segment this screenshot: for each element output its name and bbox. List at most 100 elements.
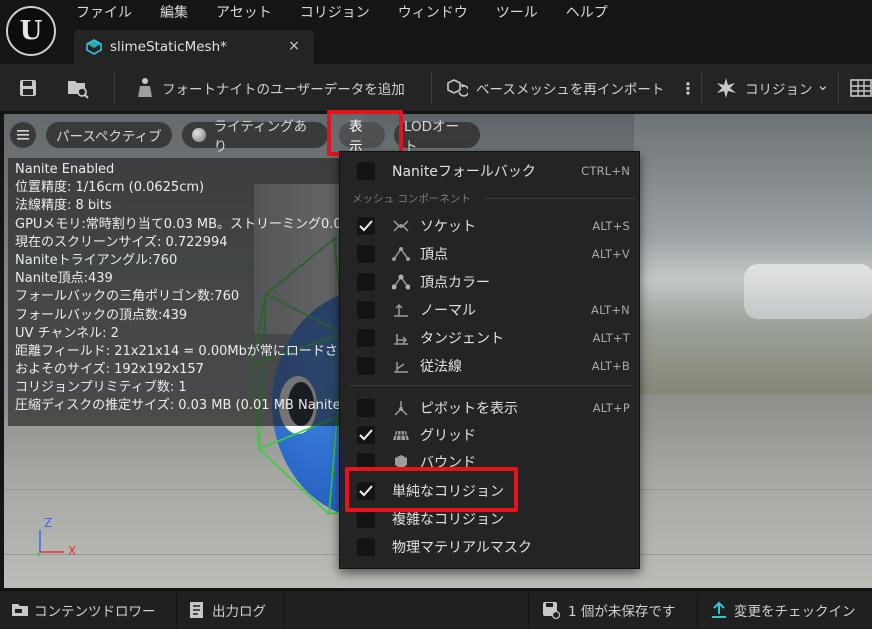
normal-icon [394, 303, 408, 317]
menu-edit[interactable]: 編集 [146, 1, 202, 25]
collision-dropdown-button[interactable]: コリジョン ⌄ [715, 64, 829, 112]
content-drawer-icon [12, 604, 28, 616]
menu-divider [350, 385, 632, 386]
lod-button[interactable]: LODオート [394, 119, 480, 155]
sockets-checkbox[interactable] [357, 217, 375, 235]
status-bar: コンテンツドロワー 出力ログ 1 個が未保存です 変更をチェックイン [0, 590, 872, 628]
save-icon [20, 80, 36, 96]
section-divider [484, 198, 635, 199]
complex-collision-label: 複雑なコリジョン [392, 512, 504, 528]
show-pivot-shortcut: ALT+P [592, 401, 630, 415]
unsaved-assets-button[interactable]: 1 個が未保存です [542, 591, 675, 629]
save-button[interactable] [18, 64, 38, 112]
normals-checkbox[interactable] [357, 301, 375, 319]
menu-item-physical-material-mask[interactable]: 物理マテリアルマスク [340, 533, 641, 561]
stat-line: 法線精度: 8 bits [15, 198, 112, 214]
menu-item-nanite-fallback[interactable]: Naniteフォールバック CTRL+N [340, 157, 641, 185]
lod-label: LODオート [404, 119, 460, 155]
browse-asset-button[interactable] [66, 64, 90, 112]
menu-item-vertex-colors[interactable]: 頂点カラー [340, 268, 641, 296]
menu-item-tangents[interactable]: タンジェント ALT+T [340, 324, 641, 352]
grid-checkbox[interactable] [357, 426, 375, 444]
reimport-base-mesh-button[interactable]: ベースメッシュを再インポート [446, 64, 664, 112]
viewport-menu-button[interactable] [10, 122, 36, 148]
unsaved-save-icon [543, 602, 560, 619]
vertices-shortcut: ALT+V [591, 247, 630, 261]
output-log-button[interactable]: 出力ログ [188, 591, 266, 629]
menu-item-normals[interactable]: ノーマル ALT+N [340, 296, 641, 324]
more-options-button[interactable]: ⋮ [680, 64, 696, 112]
show-pivot-label: ピボットを表示 [420, 401, 518, 417]
menu-help[interactable]: ヘルプ [552, 1, 622, 25]
vertex-color-icon [392, 274, 410, 290]
tangents-label: タンジェント [420, 331, 504, 347]
stat-line: 距離フィールド: 21x21x14 = 0.00Mbが常にロードされています [15, 343, 342, 359]
axis-z-label: Z [44, 516, 53, 530]
stat-line: Nanite頂点:439 [15, 271, 113, 287]
unreal-logo[interactable]: U [6, 6, 56, 56]
grid-label: グリッド [420, 428, 476, 444]
output-log-label: 出力ログ [212, 604, 266, 620]
vertices-checkbox[interactable] [357, 245, 375, 263]
uv-grid-button[interactable] [850, 64, 872, 112]
close-icon[interactable]: × [288, 38, 300, 54]
menu-file[interactable]: ファイル [62, 1, 146, 25]
tangents-checkbox[interactable] [357, 329, 375, 347]
checkmark-icon [359, 220, 373, 232]
perspective-label: パースペクティブ [56, 129, 162, 145]
stat-line: コリジョンプリミティブ数: 1 [15, 380, 187, 396]
menu-tools[interactable]: ツール [482, 1, 552, 25]
show-pivot-checkbox[interactable] [357, 399, 375, 417]
chevron-down-icon: ⌄ [816, 76, 830, 94]
menu-item-show-pivot[interactable]: ピボットを表示 ALT+P [340, 394, 641, 422]
checkmark-icon [359, 429, 373, 441]
content-drawer-button[interactable]: コンテンツドロワー [10, 591, 156, 629]
grid-icon [393, 430, 409, 441]
stat-line: 現在のスクリーンサイズ: 0.722994 [15, 234, 228, 250]
statusbar-divider [697, 593, 698, 627]
axis-x-label: X [68, 544, 77, 558]
menu-item-binormals[interactable]: 従法線 ALT+B [340, 352, 641, 380]
stat-line: Naniteトライアングル:760 [15, 252, 178, 268]
check-in-changes-button[interactable]: 変更をチェックイン [710, 591, 856, 629]
vertex-colors-checkbox[interactable] [357, 273, 375, 291]
physical-material-mask-label: 物理マテリアルマスク [392, 540, 532, 556]
axis-lines [37, 530, 64, 557]
nanite-fallback-shortcut: CTRL+N [581, 164, 630, 178]
collision-icon [717, 78, 736, 98]
stat-line: 圧縮ディスクの推定サイズ: 0.03 MB (0.01 MB Nanite) [15, 398, 342, 414]
binormal-icon [394, 362, 408, 373]
lighting-mode-button[interactable]: ライティングあり [182, 119, 328, 155]
upload-icon [712, 601, 726, 618]
static-mesh-icon [86, 39, 102, 55]
menu-item-vertices[interactable]: 頂点 ALT+V [340, 240, 641, 268]
vertex-icon [392, 247, 410, 261]
menu-collision[interactable]: コリジョン [286, 1, 384, 25]
statusbar-divider [283, 593, 284, 627]
nanite-fallback-checkbox[interactable] [357, 162, 375, 180]
menu-item-sockets[interactable]: ソケット ALT+S [340, 212, 641, 240]
mesh-components-section-label: メッシュ コンポーネント [352, 193, 471, 205]
perspective-button[interactable]: パースペクティブ [46, 122, 172, 148]
tangents-shortcut: ALT+T [592, 331, 630, 345]
add-fortnite-userdata-button[interactable]: フォートナイトのユーザーデータを追加 [136, 64, 405, 112]
toolbar-divider [701, 72, 702, 104]
menu-item-grid[interactable]: グリッド [340, 421, 641, 449]
menu-asset[interactable]: アセット [202, 1, 286, 25]
output-log-icon [190, 602, 203, 618]
statusbar-divider [528, 593, 529, 627]
stat-line: Nanite Enabled [15, 162, 115, 177]
normals-label: ノーマル [420, 303, 476, 319]
document-tab[interactable]: slimeStaticMesh* × [74, 30, 314, 64]
normals-shortcut: ALT+N [591, 303, 630, 317]
unsaved-assets-label: 1 個が未保存です [568, 604, 676, 620]
stat-line: およそのサイズ: 192x192x157 [15, 362, 204, 378]
complex-collision-checkbox[interactable] [357, 510, 375, 528]
stat-line: UV チャンネル: 2 [15, 325, 119, 341]
socket-icon [393, 220, 409, 232]
menu-window[interactable]: ウィンドウ [384, 1, 482, 25]
binormals-checkbox[interactable] [357, 357, 375, 375]
simple-collision-highlight [345, 467, 518, 512]
physical-material-mask-checkbox[interactable] [357, 538, 375, 556]
sockets-label: ソケット [420, 219, 476, 235]
